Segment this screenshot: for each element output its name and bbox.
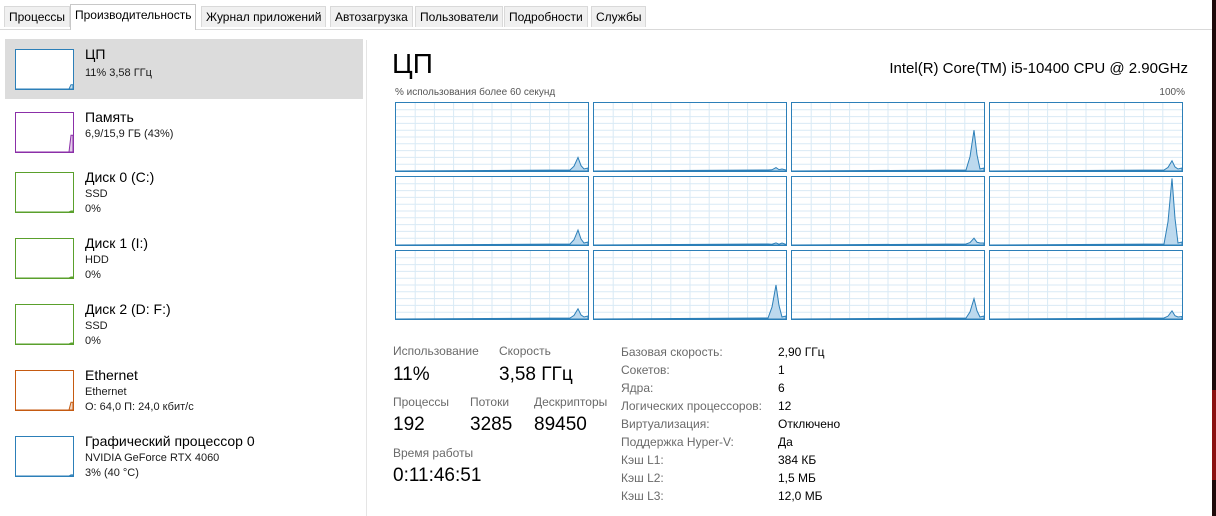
sidebar-item-detail: 11% 3,58 ГГц bbox=[85, 67, 152, 79]
tab-app-history[interactable]: Журнал приложений bbox=[201, 6, 327, 27]
sidebar-item-title: Диск 2 (D: F:) bbox=[85, 301, 171, 317]
threads-value: 3285 bbox=[470, 414, 513, 435]
spec-value-base-speed: 2,90 ГГц bbox=[778, 345, 825, 359]
spec-label-hyper-v: Поддержка Hyper-V: bbox=[621, 435, 734, 449]
spec-label-l1-cache: Кэш L1: bbox=[621, 453, 664, 467]
sidebar-item-adapter: Ethernet bbox=[85, 386, 127, 398]
sidebar-item-title: Диск 1 (I:) bbox=[85, 235, 149, 251]
thumbnail-usage-trace bbox=[16, 210, 73, 212]
sidebar-item-type: SSD bbox=[85, 188, 108, 200]
logical-processor-graph bbox=[395, 176, 589, 246]
sidebar-item-title: Ethernet bbox=[85, 367, 138, 383]
sidebar-divider bbox=[366, 40, 367, 516]
cpu-model-name: Intel(R) Core(TM) i5-10400 CPU @ 2.90GHz bbox=[889, 60, 1188, 77]
uptime-value: 0:11:46:51 bbox=[393, 465, 482, 486]
spec-label-sockets: Сокетов: bbox=[621, 363, 670, 377]
sidebar-item-disk-2[interactable]: Диск 2 (D: F:) SSD 0% bbox=[5, 294, 363, 354]
sidebar-item-detail: 6,9/15,9 ГБ (43%) bbox=[85, 128, 174, 140]
spec-label-base-speed: Базовая скорость: bbox=[621, 345, 723, 359]
processes-label: Процессы bbox=[393, 395, 450, 409]
logical-processor-graph bbox=[395, 250, 589, 320]
spec-label-cores: Ядра: bbox=[621, 381, 654, 395]
speed-label: Скорость bbox=[499, 344, 551, 358]
disk-2-thumbnail-graph bbox=[15, 304, 74, 345]
graph-caption: % использования более 60 секунд bbox=[395, 87, 556, 98]
spec-value-l2-cache: 1,5 МБ bbox=[778, 471, 816, 485]
tab-services[interactable]: Службы bbox=[591, 6, 647, 27]
tab-bar: Процессы Производительность Журнал прило… bbox=[0, 0, 1216, 30]
resource-sidebar: ЦП 11% 3,58 ГГц Память 6,9/15,9 ГБ (43%)… bbox=[0, 30, 366, 516]
thumbnail-usage-trace bbox=[16, 401, 73, 410]
spec-label-l2-cache: Кэш L2: bbox=[621, 471, 664, 485]
processes-value: 192 bbox=[393, 414, 425, 435]
spec-value-l1-cache: 384 КБ bbox=[778, 453, 817, 467]
logical-processor-graph bbox=[989, 250, 1183, 320]
tab-processes[interactable]: Процессы bbox=[4, 6, 71, 27]
handles-label: Дескрипторы bbox=[534, 395, 608, 409]
spec-label-virtualization: Виртуализация: bbox=[621, 417, 710, 431]
logical-processor-graph bbox=[989, 102, 1183, 172]
sidebar-item-memory[interactable]: Память 6,9/15,9 ГБ (43%) bbox=[5, 102, 363, 162]
sidebar-item-gpu-0[interactable]: Графический процессор 0 NVIDIA GeForce R… bbox=[5, 426, 363, 486]
thumbnail-usage-trace bbox=[16, 276, 73, 278]
sidebar-item-type: HDD bbox=[85, 254, 109, 266]
thumbnail-usage-trace bbox=[16, 342, 73, 344]
spec-value-virtualization: Отключено bbox=[778, 417, 841, 431]
tab-details[interactable]: Подробности bbox=[504, 6, 588, 27]
sidebar-item-ethernet[interactable]: Ethernet Ethernet О: 64,0 П: 24,0 кбит/с bbox=[5, 360, 363, 420]
thumbnail-usage-trace bbox=[16, 134, 73, 152]
usage-value: 11% bbox=[393, 364, 430, 385]
spec-value-logical-processors: 12 bbox=[778, 399, 792, 413]
logical-processor-graph bbox=[791, 176, 985, 246]
memory-thumbnail-graph bbox=[15, 112, 74, 153]
sidebar-item-disk-1[interactable]: Диск 1 (I:) HDD 0% bbox=[5, 228, 363, 288]
disk-0-thumbnail-graph bbox=[15, 172, 74, 213]
sidebar-item-throughput: О: 64,0 П: 24,0 кбит/с bbox=[85, 401, 194, 413]
sidebar-item-cpu[interactable]: ЦП 11% 3,58 ГГц bbox=[5, 39, 363, 99]
logical-processor-graph bbox=[989, 176, 1183, 246]
tab-performance[interactable]: Производительность bbox=[70, 4, 197, 30]
speed-value: 3,58 ГГц bbox=[499, 364, 573, 385]
spec-value-sockets: 1 bbox=[778, 363, 785, 377]
sidebar-item-disk-0[interactable]: Диск 0 (C:) SSD 0% bbox=[5, 162, 363, 222]
spec-value-hyper-v: Да bbox=[778, 435, 793, 449]
disk-1-thumbnail-graph bbox=[15, 238, 74, 279]
window-edge-accent bbox=[1212, 390, 1216, 480]
spec-label-l3-cache: Кэш L3: bbox=[621, 489, 664, 503]
logical-processor-graph bbox=[593, 176, 787, 246]
logical-processor-graph bbox=[593, 102, 787, 172]
logical-processor-graph bbox=[791, 250, 985, 320]
usage-label: Использование bbox=[393, 344, 479, 358]
spec-value-cores: 6 bbox=[778, 381, 785, 395]
sidebar-item-usage: 0% bbox=[85, 203, 101, 215]
sidebar-item-title: Память bbox=[85, 109, 134, 125]
uptime-label: Время работы bbox=[393, 446, 474, 460]
spec-label-logical-processors: Логических процессоров: bbox=[621, 399, 762, 413]
threads-label: Потоки bbox=[470, 395, 510, 409]
sidebar-item-title: ЦП bbox=[85, 46, 106, 62]
spec-value-l3-cache: 12,0 МБ bbox=[778, 489, 823, 503]
logical-processor-graphs[interactable] bbox=[395, 102, 1186, 320]
sidebar-item-usage: 0% bbox=[85, 335, 101, 347]
page-title: ЦП bbox=[392, 48, 433, 79]
handles-value: 89450 bbox=[534, 414, 587, 435]
sidebar-item-usage: 3% (40 °C) bbox=[85, 467, 139, 479]
sidebar-item-title: Графический процессор 0 bbox=[85, 433, 255, 449]
cpu-thumbnail-graph bbox=[15, 49, 74, 90]
sidebar-item-usage: 0% bbox=[85, 269, 101, 281]
tab-users[interactable]: Пользователи bbox=[415, 6, 504, 27]
thumbnail-usage-trace bbox=[16, 84, 73, 89]
tab-startup[interactable]: Автозагрузка bbox=[330, 6, 413, 27]
ethernet-thumbnail-graph bbox=[15, 370, 74, 411]
logical-processor-graph bbox=[791, 102, 985, 172]
graph-max-label: 100% bbox=[1159, 87, 1185, 98]
logical-processor-graph bbox=[593, 250, 787, 320]
sidebar-item-gpu-model: NVIDIA GeForce RTX 4060 bbox=[85, 452, 220, 464]
sidebar-item-type: SSD bbox=[85, 320, 108, 332]
gpu-thumbnail-graph bbox=[15, 436, 74, 477]
sidebar-item-title: Диск 0 (C:) bbox=[85, 169, 155, 185]
logical-processor-graph bbox=[395, 102, 589, 172]
thumbnail-usage-trace bbox=[16, 474, 73, 476]
